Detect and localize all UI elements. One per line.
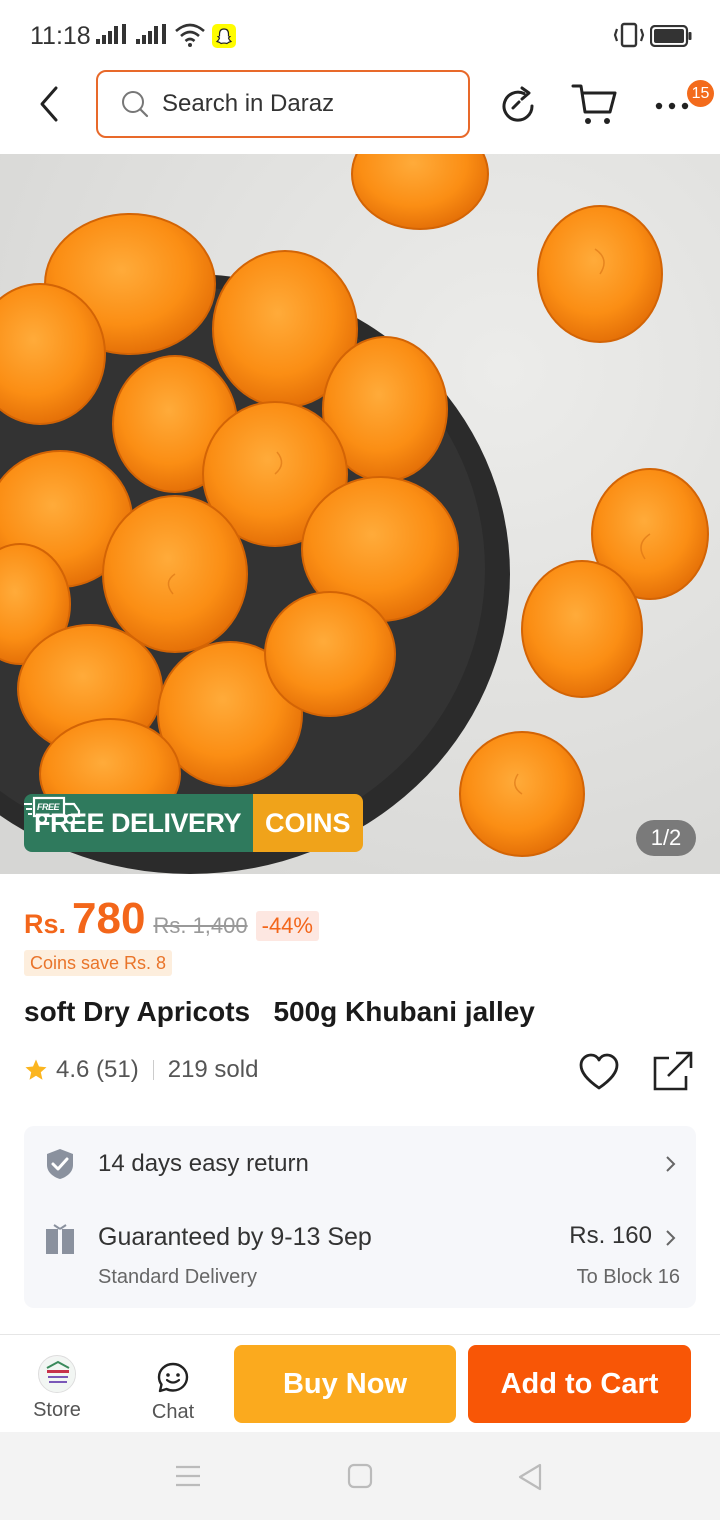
- shield-check-icon: [47, 1149, 73, 1179]
- back-icon[interactable]: [30, 84, 70, 124]
- chat-icon: [157, 1362, 189, 1393]
- battery-icon: [650, 25, 692, 47]
- chat-label: Chat: [151, 1401, 195, 1423]
- divider: [152, 1060, 154, 1080]
- product-image-gallery[interactable]: FREE FREE DELIVERY COINS 1/2: [0, 154, 720, 874]
- store-logo-icon: [38, 1355, 76, 1393]
- service-info-card: 14 days easy return Guaranteed by 9-13 S…: [24, 1126, 696, 1308]
- wifi-icon: [175, 23, 205, 47]
- refresh-icon[interactable]: [496, 84, 540, 128]
- search-input[interactable]: Search in Daraz: [96, 70, 470, 138]
- vibrate-icon: [613, 22, 645, 48]
- status-bar: 11:18: [0, 0, 720, 70]
- store-button[interactable]: Store: [22, 1355, 92, 1425]
- price-row: Rs. 780 Rs. 1,400 -44%: [24, 894, 319, 944]
- star-icon: [25, 1059, 47, 1080]
- back-nav-icon[interactable]: [517, 1462, 543, 1492]
- system-nav-bar: [0, 1432, 720, 1520]
- buy-now-button[interactable]: Buy Now: [234, 1345, 456, 1423]
- snapchat-icon: [212, 24, 236, 48]
- chat-button[interactable]: Chat: [138, 1361, 208, 1425]
- image-pager: 1/2: [636, 820, 696, 856]
- bottom-action-bar: Store Chat Buy Now Add to Cart: [0, 1334, 720, 1432]
- product-title: soft Dry Apricots 500g Khubani jalley: [24, 996, 535, 1027]
- delivery-location: To Block 16: [576, 1266, 680, 1288]
- signal-icon: [96, 24, 126, 44]
- coins-save-badge: Coins save Rs. 8: [24, 950, 173, 976]
- truck-badge-text: FREE: [37, 802, 61, 812]
- package-icon: [46, 1224, 74, 1254]
- share-icon[interactable]: [652, 1050, 694, 1092]
- truck-icon: FREE: [24, 796, 81, 825]
- notification-badge: 15: [687, 80, 714, 107]
- delivery-row[interactable]: Guaranteed by 9-13 Sep Standard Delivery…: [44, 1220, 684, 1292]
- cart-icon[interactable]: [570, 82, 620, 126]
- heart-icon[interactable]: [578, 1052, 620, 1092]
- add-to-cart-button[interactable]: Add to Cart: [468, 1345, 691, 1423]
- chevron-right-icon: [666, 1230, 676, 1246]
- home-icon[interactable]: [347, 1463, 373, 1489]
- return-text: 14 days easy return: [98, 1150, 309, 1177]
- delivery-guarantee: Guaranteed by 9-13 Sep: [98, 1223, 372, 1251]
- recent-apps-icon[interactable]: [174, 1464, 202, 1488]
- chevron-right-icon: [666, 1156, 676, 1172]
- price-currency: Rs.: [24, 909, 67, 939]
- top-header: Search in Daraz 15: [0, 70, 720, 154]
- current-price: 780: [72, 894, 146, 943]
- delivery-price: Rs. 160: [569, 1222, 652, 1249]
- free-delivery-banner: FREE FREE DELIVERY COINS: [24, 794, 363, 852]
- rating-value: 4.6 (51): [56, 1056, 139, 1083]
- original-price: Rs. 1,400: [153, 913, 248, 938]
- product-photo: [0, 154, 720, 874]
- signal-icon-2: [136, 24, 166, 44]
- delivery-type: Standard Delivery: [98, 1266, 257, 1288]
- search-placeholder: Search in Daraz: [162, 90, 335, 117]
- store-label: Store: [33, 1399, 81, 1421]
- search-icon: [122, 91, 149, 118]
- coins-badge: COINS: [253, 794, 363, 852]
- return-policy-row[interactable]: 14 days easy return: [44, 1144, 684, 1184]
- discount-badge: -44%: [255, 911, 319, 941]
- free-delivery-badge: FREE FREE DELIVERY: [24, 794, 254, 852]
- sold-count: 219 sold: [167, 1056, 259, 1083]
- rating-row[interactable]: 4.6 (51) 219 sold: [24, 1056, 258, 1084]
- status-time: 11:18: [30, 22, 91, 50]
